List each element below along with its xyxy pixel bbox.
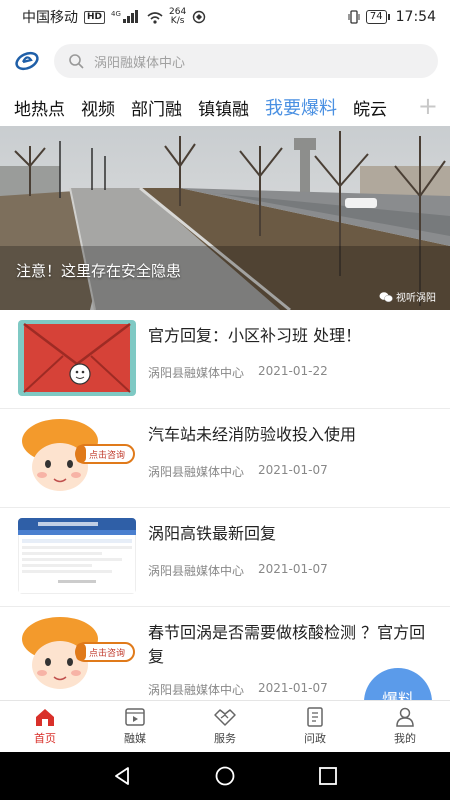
bottom-nav: 首页 融媒 服务 问政 我的: [0, 700, 450, 752]
news-date: 2021-01-22: [258, 364, 328, 378]
news-source: 涡阳县融媒体中心: [148, 683, 245, 697]
news-title: 汽车站未经消防验收投入使用: [148, 425, 357, 444]
net-speed-unit: K/s: [170, 16, 185, 26]
wifi-icon: [147, 11, 163, 24]
handshake-icon: [214, 709, 236, 726]
vibrate-icon: [348, 10, 360, 24]
home-icon: [36, 709, 54, 726]
network-label: 4G: [111, 10, 121, 18]
news-date: 2021-01-07: [258, 463, 328, 477]
nav-media-label: 融媒: [124, 732, 146, 745]
system-nav-bar: [0, 752, 450, 800]
app-screen: 中国移动 HD 4G 264 K/s 74 17:54 涡阳融媒体中心 地热点 …: [0, 0, 450, 800]
banner-caption: 注意！这里存在安全隐患: [16, 262, 182, 280]
nav-mine[interactable]: 我的: [360, 701, 450, 752]
news-source: 涡阳县融媒体中心: [148, 465, 245, 479]
news-title: 官方回复：小区补习班 处理！: [148, 326, 362, 345]
news-source: 涡阳县融媒体中心: [148, 564, 245, 578]
news-meta: 涡阳县融媒体中心 2021-01-07: [148, 463, 328, 480]
news-item[interactable]: 涡阳高铁最新回复 涡阳县融媒体中心 2021-01-07: [0, 508, 450, 607]
nav-inquiry-label: 问政: [304, 732, 326, 745]
nav-service[interactable]: 服务: [180, 701, 270, 752]
hd-badge: HD: [84, 10, 106, 24]
news-source: 涡阳县融媒体中心: [148, 366, 245, 380]
top-header: 涡阳融媒体中心: [0, 38, 450, 84]
consult-badge-text: 点击咨询: [89, 449, 125, 461]
home-circle-icon[interactable]: [214, 765, 236, 787]
news-thumbnail: 点击咨询: [18, 617, 136, 693]
battery-level: 74: [365, 10, 387, 24]
news-meta: 涡阳县融媒体中心 2021-01-22: [148, 364, 328, 381]
status-left: 中国移动 HD 4G 264 K/s: [22, 7, 206, 27]
banner-source-label: 视听涡阳: [396, 293, 436, 304]
search-bar[interactable]: 涡阳融媒体中心: [54, 44, 438, 78]
tab-hot[interactable]: 地热点: [14, 95, 65, 120]
news-date: 2021-01-07: [258, 562, 328, 576]
nav-inquiry[interactable]: 问政: [270, 701, 360, 752]
status-bar: 中国移动 HD 4G 264 K/s 74 17:54: [0, 0, 450, 34]
browser-icon: [193, 10, 206, 24]
news-thumbnail: [18, 320, 136, 396]
nav-media[interactable]: 融媒: [90, 701, 180, 752]
search-icon: [69, 54, 84, 69]
tab-department[interactable]: 部门融: [131, 95, 182, 120]
news-title: 涡阳高铁最新回复: [148, 524, 277, 543]
news-date: 2021-01-07: [258, 681, 328, 695]
tab-report[interactable]: 我要爆料: [265, 94, 337, 120]
tab-towns[interactable]: 镇镇融: [198, 95, 249, 120]
nav-service-label: 服务: [214, 732, 236, 745]
signal-icon: 4G: [111, 10, 139, 23]
wechat-icon: [379, 291, 393, 302]
consult-girl-illustration: 点击咨询: [18, 419, 136, 495]
nav-home-label: 首页: [34, 732, 56, 745]
banner-image: [0, 126, 450, 310]
news-title: 春节回涡是否需要做核酸检测 ？官方回复: [148, 623, 426, 666]
banner[interactable]: 注意！这里存在安全隐患 视听涡阳: [0, 126, 450, 310]
nav-mine-label: 我的: [394, 732, 416, 745]
user-icon: [396, 707, 414, 727]
video-icon: [125, 708, 145, 726]
document-icon: [307, 707, 323, 727]
consult-badge-text: 点击咨询: [89, 647, 125, 659]
news-thumbnail: 点击咨询: [18, 419, 136, 495]
webpage-screenshot-illustration: [18, 518, 136, 594]
clock: 17:54: [395, 9, 436, 25]
add-channel-button[interactable]: +: [411, 92, 438, 120]
news-thumbnail: [18, 518, 136, 594]
consult-girl-illustration: 点击咨询: [18, 617, 136, 693]
news-item[interactable]: 点击咨询 汽车站未经消防验收投入使用 涡阳县融媒体中心 2021-01-07: [0, 409, 450, 508]
news-meta: 涡阳县融媒体中心 2021-01-07: [148, 562, 328, 579]
tab-video[interactable]: 视频: [81, 95, 115, 120]
battery-icon: 74: [365, 10, 390, 24]
channel-tabs: 地热点 视频 部门融 镇镇融 我要爆料 皖云 +: [0, 90, 450, 124]
recents-icon[interactable]: [317, 765, 339, 787]
envelope-illustration: [18, 320, 136, 396]
banner-source: 视听涡阳: [379, 289, 436, 304]
back-icon[interactable]: [111, 765, 133, 787]
news-item[interactable]: 官方回复：小区补习班 处理！ 涡阳县融媒体中心 2021-01-22: [0, 310, 450, 409]
status-right: 74 17:54: [348, 9, 436, 25]
carrier-label: 中国移动: [22, 10, 78, 26]
app-logo-icon[interactable]: [14, 48, 40, 74]
tab-wanyun[interactable]: 皖云: [353, 95, 387, 120]
news-meta: 涡阳县融媒体中心 2021-01-07: [148, 681, 328, 698]
net-speed: 264 K/s: [169, 8, 186, 26]
nav-home[interactable]: 首页: [0, 701, 90, 752]
search-placeholder: 涡阳融媒体中心: [94, 55, 186, 71]
